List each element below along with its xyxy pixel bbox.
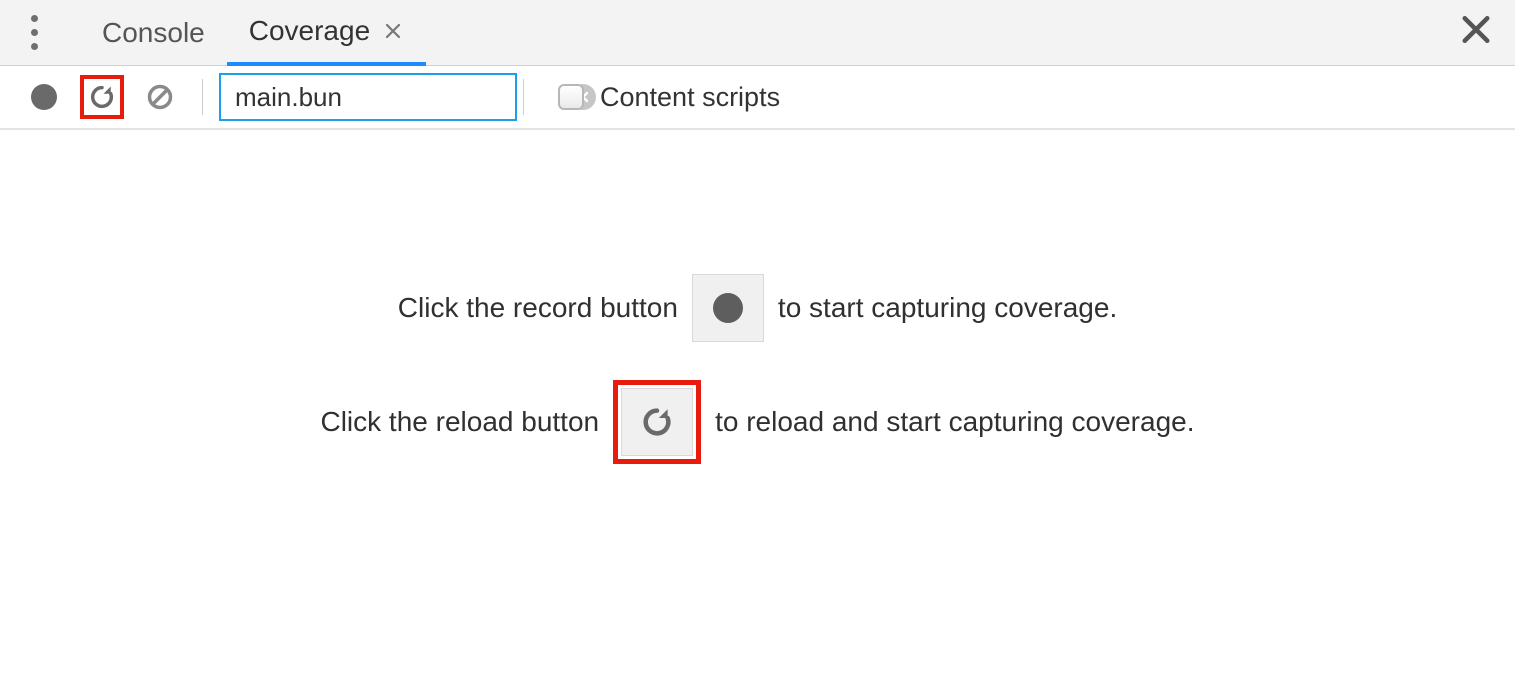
hint-reload-line: Click the reload button to reload and st…: [320, 380, 1194, 464]
inline-reload-button[interactable]: [621, 388, 693, 456]
hint-record-line: Click the record button to start capturi…: [398, 274, 1117, 342]
dot-icon: [31, 43, 38, 50]
toolbar-divider: [202, 79, 203, 115]
ban-icon: [146, 83, 174, 111]
reload-icon: [88, 83, 116, 111]
checkbox-box-icon: [558, 84, 584, 110]
reload-icon: [640, 405, 674, 439]
tab-label: Coverage: [249, 15, 370, 47]
coverage-toolbar: Content scripts: [0, 66, 1515, 130]
clear-button[interactable]: [138, 75, 182, 119]
tab-coverage[interactable]: Coverage: [227, 0, 426, 66]
inline-record-button[interactable]: [692, 274, 764, 342]
highlight-frame: [613, 380, 701, 464]
reload-button[interactable]: [80, 75, 124, 119]
close-tab-button[interactable]: [382, 20, 404, 42]
hint-text: Click the reload button: [320, 406, 599, 438]
tab-label: Console: [102, 17, 205, 49]
hint-text: Click the record button: [398, 292, 678, 324]
dot-icon: [31, 29, 38, 36]
filter-container: [219, 73, 517, 121]
hint-text: to reload and start capturing coverage.: [715, 406, 1194, 438]
checkbox-label: Content scripts: [600, 82, 780, 113]
close-icon: [385, 23, 401, 39]
hint-text: to start capturing coverage.: [778, 292, 1117, 324]
dot-icon: [31, 15, 38, 22]
kebab-menu-icon[interactable]: [18, 13, 50, 53]
close-panel-button[interactable]: [1461, 14, 1491, 51]
record-button[interactable]: [22, 75, 66, 119]
tab-console[interactable]: Console: [80, 0, 227, 66]
coverage-empty-state: Click the record button to start capturi…: [0, 130, 1515, 687]
tab-bar: Console Coverage: [0, 0, 1515, 66]
close-icon: [1461, 14, 1491, 44]
record-icon: [713, 293, 743, 323]
content-scripts-checkbox[interactable]: Content scripts: [558, 82, 780, 113]
toolbar-divider: [523, 79, 524, 115]
url-filter-input[interactable]: [235, 82, 570, 113]
record-icon: [31, 84, 57, 110]
